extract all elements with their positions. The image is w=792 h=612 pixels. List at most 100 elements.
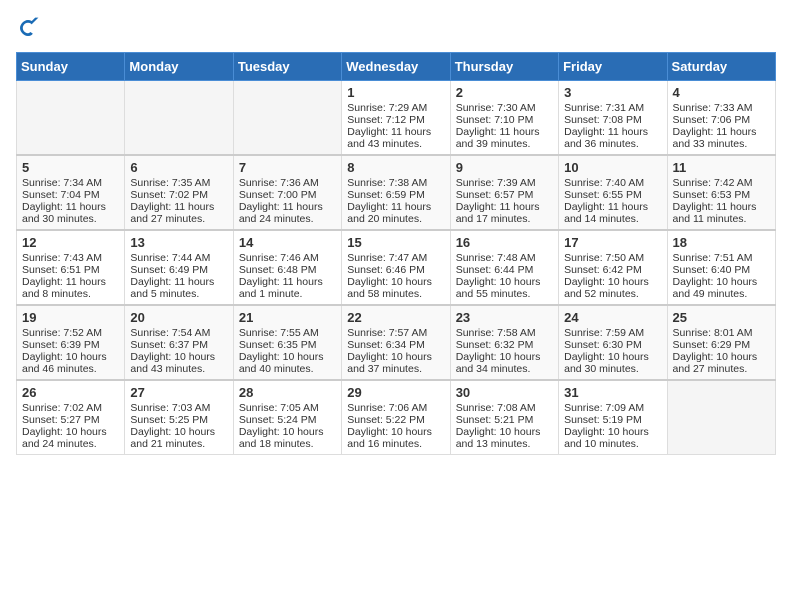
sunset-text: Sunset: 7:02 PM [130, 189, 227, 201]
daylight-text: Daylight: 11 hours and 14 minutes. [564, 201, 661, 225]
calendar-day-cell [233, 81, 341, 156]
sunrise-text: Sunrise: 7:08 AM [456, 402, 553, 414]
calendar-day-cell: 5Sunrise: 7:34 AMSunset: 7:04 PMDaylight… [17, 155, 125, 230]
calendar-day-cell: 15Sunrise: 7:47 AMSunset: 6:46 PMDayligh… [342, 230, 450, 305]
day-number: 21 [239, 310, 336, 325]
daylight-text: Daylight: 11 hours and 30 minutes. [22, 201, 119, 225]
logo [16, 16, 44, 40]
calendar-day-cell [125, 81, 233, 156]
sunrise-text: Sunrise: 7:35 AM [130, 177, 227, 189]
calendar-week-row: 1Sunrise: 7:29 AMSunset: 7:12 PMDaylight… [17, 81, 776, 156]
calendar-week-row: 19Sunrise: 7:52 AMSunset: 6:39 PMDayligh… [17, 305, 776, 380]
daylight-text: Daylight: 11 hours and 33 minutes. [673, 126, 770, 150]
calendar-day-cell: 18Sunrise: 7:51 AMSunset: 6:40 PMDayligh… [667, 230, 775, 305]
calendar-day-cell: 22Sunrise: 7:57 AMSunset: 6:34 PMDayligh… [342, 305, 450, 380]
sunset-text: Sunset: 6:46 PM [347, 264, 444, 276]
calendar-day-cell: 4Sunrise: 7:33 AMSunset: 7:06 PMDaylight… [667, 81, 775, 156]
sunrise-text: Sunrise: 7:52 AM [22, 327, 119, 339]
day-number: 23 [456, 310, 553, 325]
sunset-text: Sunset: 7:12 PM [347, 114, 444, 126]
sunrise-text: Sunrise: 7:55 AM [239, 327, 336, 339]
sunrise-text: Sunrise: 7:02 AM [22, 402, 119, 414]
day-number: 4 [673, 85, 770, 100]
sunset-text: Sunset: 5:24 PM [239, 414, 336, 426]
day-number: 25 [673, 310, 770, 325]
sunrise-text: Sunrise: 7:03 AM [130, 402, 227, 414]
daylight-text: Daylight: 10 hours and 24 minutes. [22, 426, 119, 450]
calendar-day-cell: 13Sunrise: 7:44 AMSunset: 6:49 PMDayligh… [125, 230, 233, 305]
day-number: 7 [239, 160, 336, 175]
daylight-text: Daylight: 10 hours and 10 minutes. [564, 426, 661, 450]
calendar-day-cell: 28Sunrise: 7:05 AMSunset: 5:24 PMDayligh… [233, 380, 341, 455]
sunrise-text: Sunrise: 7:39 AM [456, 177, 553, 189]
sunset-text: Sunset: 7:10 PM [456, 114, 553, 126]
logo-icon [16, 16, 40, 40]
sunset-text: Sunset: 6:35 PM [239, 339, 336, 351]
calendar-day-cell: 10Sunrise: 7:40 AMSunset: 6:55 PMDayligh… [559, 155, 667, 230]
sunrise-text: Sunrise: 7:57 AM [347, 327, 444, 339]
sunrise-text: Sunrise: 7:44 AM [130, 252, 227, 264]
sunset-text: Sunset: 6:55 PM [564, 189, 661, 201]
daylight-text: Daylight: 11 hours and 5 minutes. [130, 276, 227, 300]
calendar-day-cell: 20Sunrise: 7:54 AMSunset: 6:37 PMDayligh… [125, 305, 233, 380]
sunset-text: Sunset: 6:51 PM [22, 264, 119, 276]
calendar-day-cell [17, 81, 125, 156]
sunset-text: Sunset: 6:37 PM [130, 339, 227, 351]
sunset-text: Sunset: 6:30 PM [564, 339, 661, 351]
sunrise-text: Sunrise: 7:38 AM [347, 177, 444, 189]
sunset-text: Sunset: 6:34 PM [347, 339, 444, 351]
calendar-day-cell: 24Sunrise: 7:59 AMSunset: 6:30 PMDayligh… [559, 305, 667, 380]
sunrise-text: Sunrise: 7:29 AM [347, 102, 444, 114]
calendar-day-cell: 16Sunrise: 7:48 AMSunset: 6:44 PMDayligh… [450, 230, 558, 305]
sunset-text: Sunset: 6:57 PM [456, 189, 553, 201]
sunrise-text: Sunrise: 7:43 AM [22, 252, 119, 264]
day-number: 3 [564, 85, 661, 100]
sunrise-text: Sunrise: 7:48 AM [456, 252, 553, 264]
day-number: 22 [347, 310, 444, 325]
sunset-text: Sunset: 5:27 PM [22, 414, 119, 426]
sunrise-text: Sunrise: 7:58 AM [456, 327, 553, 339]
daylight-text: Daylight: 10 hours and 34 minutes. [456, 351, 553, 375]
daylight-text: Daylight: 11 hours and 36 minutes. [564, 126, 661, 150]
daylight-text: Daylight: 10 hours and 40 minutes. [239, 351, 336, 375]
day-number: 16 [456, 235, 553, 250]
daylight-text: Daylight: 10 hours and 16 minutes. [347, 426, 444, 450]
calendar-day-cell: 31Sunrise: 7:09 AMSunset: 5:19 PMDayligh… [559, 380, 667, 455]
daylight-text: Daylight: 10 hours and 52 minutes. [564, 276, 661, 300]
day-number: 5 [22, 160, 119, 175]
daylight-text: Daylight: 10 hours and 58 minutes. [347, 276, 444, 300]
sunrise-text: Sunrise: 7:34 AM [22, 177, 119, 189]
day-number: 10 [564, 160, 661, 175]
sunset-text: Sunset: 6:44 PM [456, 264, 553, 276]
calendar-day-cell: 19Sunrise: 7:52 AMSunset: 6:39 PMDayligh… [17, 305, 125, 380]
day-number: 14 [239, 235, 336, 250]
daylight-text: Daylight: 11 hours and 43 minutes. [347, 126, 444, 150]
daylight-text: Daylight: 11 hours and 11 minutes. [673, 201, 770, 225]
calendar-day-cell: 25Sunrise: 8:01 AMSunset: 6:29 PMDayligh… [667, 305, 775, 380]
day-header: Thursday [450, 53, 558, 81]
calendar-day-cell: 30Sunrise: 7:08 AMSunset: 5:21 PMDayligh… [450, 380, 558, 455]
day-number: 1 [347, 85, 444, 100]
calendar-day-cell: 23Sunrise: 7:58 AMSunset: 6:32 PMDayligh… [450, 305, 558, 380]
daylight-text: Daylight: 11 hours and 1 minute. [239, 276, 336, 300]
day-number: 6 [130, 160, 227, 175]
daylight-text: Daylight: 11 hours and 24 minutes. [239, 201, 336, 225]
calendar-day-cell: 1 Sunrise: 7:29 AMSunset: 7:12 PMDaylight… [342, 81, 450, 156]
sunrise-text: Sunrise: 8:01 AM [673, 327, 770, 339]
calendar-day-cell: 17Sunrise: 7:50 AMSunset: 6:42 PMDayligh… [559, 230, 667, 305]
day-number: 30 [456, 385, 553, 400]
daylight-text: Daylight: 10 hours and 43 minutes. [130, 351, 227, 375]
sunrise-text: Sunrise: 7:50 AM [564, 252, 661, 264]
page-header [16, 16, 776, 40]
sunset-text: Sunset: 5:22 PM [347, 414, 444, 426]
day-header: Friday [559, 53, 667, 81]
calendar-header-row: SundayMondayTuesdayWednesdayThursdayFrid… [17, 53, 776, 81]
day-number: 11 [673, 160, 770, 175]
day-number: 17 [564, 235, 661, 250]
sunset-text: Sunset: 5:19 PM [564, 414, 661, 426]
daylight-text: Daylight: 11 hours and 27 minutes. [130, 201, 227, 225]
sunrise-text: Sunrise: 7:59 AM [564, 327, 661, 339]
day-number: 2 [456, 85, 553, 100]
sunrise-text: Sunrise: 7:42 AM [673, 177, 770, 189]
daylight-text: Daylight: 11 hours and 20 minutes. [347, 201, 444, 225]
